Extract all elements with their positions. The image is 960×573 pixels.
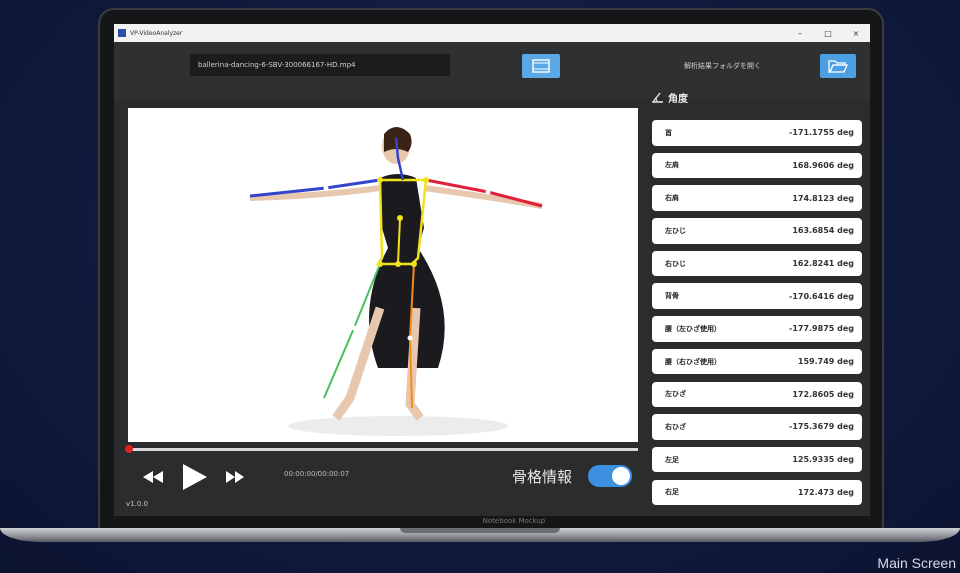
angle-icon: [652, 92, 663, 103]
mockup-label: Notebook Mockup: [482, 517, 546, 525]
angle-row: 腰（左ひざ使用） -177.9875 deg: [652, 316, 862, 342]
app-icon: [118, 29, 126, 37]
skeleton-toggle-label: 骨格情報: [512, 468, 573, 486]
angle-row: 首 -171.1755 deg: [652, 120, 862, 146]
angle-row: 右ひざ -175.3679 deg: [652, 414, 862, 440]
seek-handle[interactable]: [125, 445, 133, 453]
window-title: VP-VideoAnalyzer: [130, 29, 183, 37]
play-button[interactable]: [180, 462, 210, 492]
toolbar: ballerina-dancing-6-SBV-300066167-HD.mp4…: [114, 42, 870, 98]
video-frame[interactable]: [128, 108, 638, 442]
folder-open-icon: [828, 60, 848, 73]
angle-row: 腰（右ひざ使用） 159.749 deg: [652, 348, 862, 375]
playback-time: 00:00:00/00:00:07: [284, 470, 350, 478]
angle-value: -170.6416 deg: [789, 291, 854, 301]
angle-value: -177.9875 deg: [789, 324, 854, 334]
open-results-label: 解析結果フォルダを開く: [684, 62, 761, 70]
angle-label: 左ひざ: [665, 390, 686, 399]
angle-panel-header: 角度: [652, 90, 688, 105]
forward-button[interactable]: [224, 466, 246, 488]
angle-label: 右ひざ: [665, 422, 686, 431]
angle-row: 背骨 -170.6416 deg: [652, 283, 862, 309]
angle-value: -171.1755 deg: [789, 128, 854, 138]
angle-list: 首 -171.1755 deg 左肩 168.9606 deg 右肩 174.8123…: [652, 120, 862, 512]
angle-row: 左ひざ 172.8605 deg: [652, 381, 862, 407]
window-controls: – □ ×: [786, 29, 870, 38]
angle-label: 左足: [665, 455, 679, 464]
rewind-button[interactable]: [142, 466, 164, 488]
angle-value: 172.473 deg: [797, 487, 854, 497]
playback-controls: [142, 462, 246, 492]
angle-label: 左肩: [665, 161, 679, 170]
angle-value: 174.8123 deg: [792, 193, 854, 203]
angle-label: 右足: [665, 488, 679, 497]
angle-row: 右ひじ 162.8241 deg: [652, 250, 862, 277]
angle-value: 163.6854 deg: [792, 226, 854, 236]
angle-label: 右ひじ: [665, 259, 686, 268]
version-label: v1.0.0: [126, 500, 148, 508]
open-folder-button[interactable]: [820, 54, 856, 78]
angle-row: 右肩 174.8123 deg: [652, 185, 862, 211]
angle-label: 腰（右ひざ使用）: [665, 357, 721, 366]
dancer-skeleton-image: [249, 127, 543, 436]
toggle-knob: [612, 467, 630, 485]
play-icon: [183, 464, 207, 490]
angle-label: 背骨: [665, 292, 679, 301]
angle-row: 右足 172.473 deg: [652, 479, 862, 506]
close-button[interactable]: ×: [842, 29, 870, 38]
open-video-button[interactable]: [522, 54, 560, 78]
angle-row: 左足 125.9335 deg: [652, 446, 862, 473]
skeleton-toggle[interactable]: [588, 465, 632, 487]
angle-label: 首: [665, 128, 672, 137]
angle-value: 162.8241 deg: [792, 259, 854, 268]
angle-label: 腰（左ひざ使用）: [665, 324, 721, 333]
angle-label: 左ひじ: [665, 226, 686, 235]
film-icon: [532, 59, 550, 73]
laptop-base-lip: [400, 528, 560, 533]
angle-value: 159.749 deg: [797, 357, 854, 367]
angle-value: 168.9606 deg: [792, 160, 854, 170]
rewind-icon: [143, 471, 163, 483]
caption: Main Screen: [877, 555, 956, 571]
title-bar: VP-VideoAnalyzer – □ ×: [114, 24, 870, 42]
app-window: VP-VideoAnalyzer – □ × ballerina-dancing…: [114, 24, 870, 516]
angle-value: -175.3679 deg: [789, 422, 854, 432]
minimize-button[interactable]: –: [786, 29, 814, 38]
angle-label: 右肩: [665, 194, 679, 203]
angle-panel-title: 角度: [668, 94, 688, 105]
angle-value: 125.9335 deg: [792, 455, 854, 465]
seek-bar[interactable]: [125, 445, 638, 453]
angle-value: 172.8605 deg: [792, 389, 854, 399]
filename-field[interactable]: ballerina-dancing-6-SBV-300066167-HD.mp4: [190, 54, 450, 76]
maximize-button[interactable]: □: [814, 29, 842, 38]
angle-row: 左ひじ 163.6854 deg: [652, 218, 862, 244]
angle-row: 左肩 168.9606 deg: [652, 152, 862, 179]
fast-forward-icon: [226, 471, 244, 483]
